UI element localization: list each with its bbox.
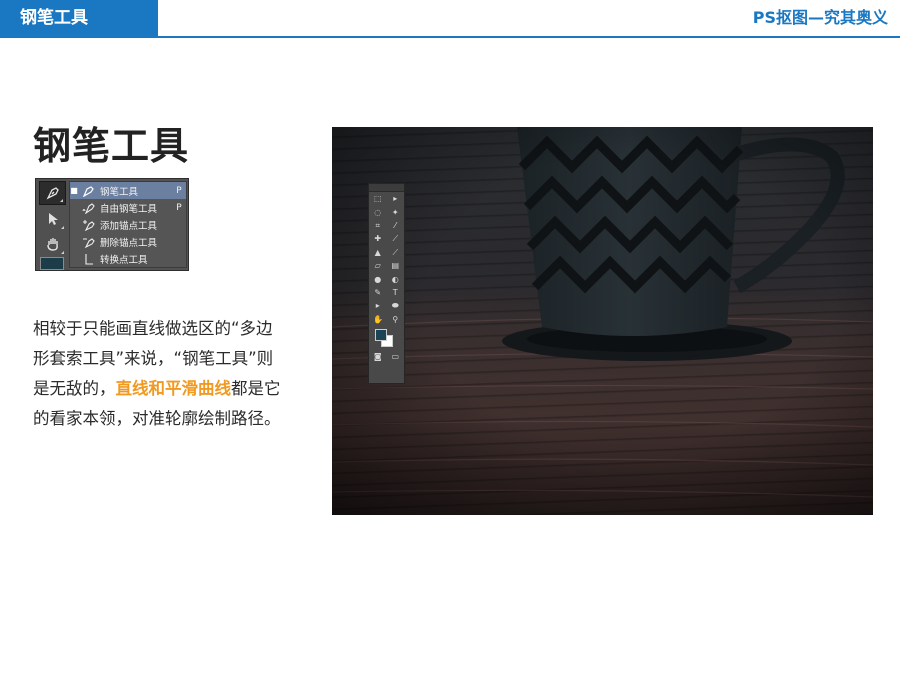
course-title: PS抠图—究其奥义 [752, 8, 888, 27]
quick-mask-icon[interactable]: ◙ [373, 352, 382, 361]
section-tab: 钢笔工具 [0, 0, 158, 36]
pen-icon [78, 185, 100, 197]
hand-icon[interactable] [39, 232, 66, 256]
pen-icon[interactable]: ✎ [373, 288, 382, 297]
pen-icon[interactable] [39, 181, 66, 205]
type-icon[interactable]: T [391, 288, 400, 297]
flyout-item-label: 添加锚点工具 [100, 220, 158, 232]
tool-column [36, 179, 69, 270]
eyedropper-icon[interactable]: ⁄ [391, 221, 400, 230]
color-picker[interactable] [369, 326, 404, 350]
gradient-icon[interactable]: ▤ [391, 261, 400, 270]
marquee-icon[interactable]: ⬚ [373, 194, 382, 203]
flyout-item-convert-point[interactable]: 转换点工具 [70, 250, 186, 267]
photoshop-toolbox: ⬚ ▸ ◌ ✦ ⌗ ⁄ ✚ ⟋ ▲ ⟋ ▱ ▤ ● ◐ ✎ T ▸ ⬬ ✋ ⚲ ◙ ▭ [368, 183, 405, 384]
flyout-item-label: 自由钢笔工具 [100, 203, 158, 215]
arrow-icon[interactable] [39, 207, 66, 231]
magic-wand-icon[interactable]: ✦ [391, 208, 400, 217]
shape-icon[interactable]: ⬬ [391, 301, 400, 310]
move-icon[interactable]: ▸ [391, 194, 400, 203]
zoom-icon[interactable]: ⚲ [391, 315, 400, 324]
description-text: 相较于只能画直线做选区的“多边形套索工具”来说，“钢笔工具”则是无敌的，直线和平… [33, 314, 285, 434]
pen-flyout-menu: ■ 钢笔工具 P 自由钢笔工具 P 添加锚点工具 删除锚点工具 转换点工具 [69, 181, 187, 268]
convert-point-icon [78, 253, 100, 265]
header-divider [0, 36, 900, 38]
eraser-icon[interactable]: ▱ [373, 261, 382, 270]
flyout-item-label: 转换点工具 [100, 254, 148, 266]
page-title: 钢笔工具 [33, 124, 190, 168]
hand-icon[interactable]: ✋ [373, 315, 383, 324]
pen-tool-flyout-screenshot: ■ 钢笔工具 P 自由钢笔工具 P 添加锚点工具 删除锚点工具 转换点工具 [35, 178, 189, 271]
description-highlight: 直线和平滑曲线 [115, 379, 232, 398]
example-photo-cup [332, 127, 873, 515]
cup-illustration [332, 127, 873, 515]
flyout-item-delete-anchor[interactable]: 删除锚点工具 [70, 233, 186, 250]
path-selection-icon[interactable]: ▸ [373, 301, 382, 310]
selected-bullet-icon: ■ [70, 186, 78, 195]
dodge-icon[interactable]: ◐ [391, 275, 400, 284]
stamp-icon[interactable]: ▲ [373, 248, 382, 257]
flyout-item-add-anchor[interactable]: 添加锚点工具 [70, 216, 186, 233]
crop-icon[interactable]: ⌗ [373, 221, 382, 230]
flyout-shortcut: P [176, 185, 182, 196]
flyout-item-freeform-pen[interactable]: 自由钢笔工具 P [70, 199, 186, 216]
history-brush-icon[interactable]: ⟋ [391, 248, 400, 257]
freeform-pen-icon [78, 202, 100, 214]
lasso-icon[interactable]: ◌ [373, 208, 382, 217]
delete-anchor-point-icon [78, 236, 100, 248]
flyout-item-label: 删除锚点工具 [100, 237, 158, 249]
flyout-item-label: 钢笔工具 [100, 186, 139, 198]
add-anchor-point-icon [78, 219, 100, 231]
screen-mode-icon[interactable]: ▭ [391, 352, 400, 361]
brush-icon[interactable]: ⟋ [391, 234, 400, 243]
header-bar: 钢笔工具 PS抠图—究其奥义 [0, 0, 900, 38]
color-swatch[interactable] [40, 257, 64, 270]
blur-icon[interactable]: ● [373, 275, 382, 284]
foreground-color-swatch[interactable] [375, 328, 387, 341]
healing-icon[interactable]: ✚ [373, 234, 382, 243]
flyout-shortcut: P [176, 202, 182, 213]
toolbox-header[interactable] [369, 184, 404, 192]
flyout-item-pen[interactable]: ■ 钢笔工具 P [70, 182, 186, 199]
